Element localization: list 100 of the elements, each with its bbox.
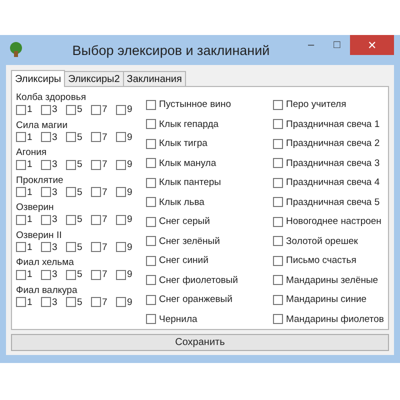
checkbox[interactable] xyxy=(16,270,26,280)
checkbox[interactable] xyxy=(91,132,101,142)
checkbox[interactable] xyxy=(91,160,101,170)
level-label: 1 xyxy=(27,132,32,142)
checkbox[interactable] xyxy=(273,138,283,149)
checkbox[interactable] xyxy=(116,104,126,114)
checkbox[interactable] xyxy=(41,297,51,307)
checkbox[interactable] xyxy=(116,214,126,224)
item-label: Снег зелёный xyxy=(159,236,220,247)
checkbox[interactable] xyxy=(273,100,283,110)
checkbox[interactable] xyxy=(91,270,101,280)
item-label: Мандарины зелёные xyxy=(286,274,378,286)
checkbox[interactable] xyxy=(146,236,156,246)
level-label: 3 xyxy=(52,159,58,170)
tab[interactable]: Заклинания xyxy=(122,71,186,86)
item-label: Золотой орешек xyxy=(286,236,358,247)
checkbox[interactable] xyxy=(273,216,283,227)
level-label: 3 xyxy=(52,186,58,198)
checkbox[interactable] xyxy=(146,256,156,266)
checkbox[interactable] xyxy=(66,297,76,307)
checkbox[interactable] xyxy=(273,119,283,130)
checkbox[interactable] xyxy=(146,314,156,324)
checkbox[interactable] xyxy=(273,236,283,246)
checkbox[interactable] xyxy=(146,178,156,188)
checkbox[interactable] xyxy=(146,119,156,130)
level-label: 3 xyxy=(52,104,58,115)
save-button[interactable]: Сохранить xyxy=(11,334,389,351)
checkbox[interactable] xyxy=(66,242,76,252)
checkbox[interactable] xyxy=(146,294,156,305)
level-label: 1 xyxy=(27,186,32,198)
checkbox[interactable] xyxy=(16,160,26,170)
checkbox[interactable] xyxy=(91,187,101,197)
item-label: Клык тигра xyxy=(159,138,208,150)
level-label: 5 xyxy=(77,186,82,198)
checkbox[interactable] xyxy=(91,242,101,252)
checkbox[interactable] xyxy=(146,100,156,110)
checkbox[interactable] xyxy=(91,214,101,224)
checkbox[interactable] xyxy=(116,270,126,280)
checkbox[interactable] xyxy=(91,104,101,114)
elixir-label: Проклятие xyxy=(16,174,64,186)
checkbox[interactable] xyxy=(273,197,283,208)
checkbox[interactable] xyxy=(66,104,76,114)
tab[interactable]: Эликсиры2 xyxy=(64,71,124,86)
item-label: Клык пантеры xyxy=(159,177,222,188)
checkbox[interactable] xyxy=(66,214,76,224)
level-label: 7 xyxy=(102,214,108,225)
checkbox[interactable] xyxy=(273,256,283,266)
level-label: 9 xyxy=(127,159,132,170)
checkbox[interactable] xyxy=(16,104,26,114)
checkbox[interactable] xyxy=(116,187,126,197)
checkbox[interactable] xyxy=(66,187,76,197)
elixir-label: Сила магии xyxy=(16,118,69,132)
checkbox[interactable] xyxy=(273,314,283,324)
checkbox[interactable] xyxy=(273,275,283,286)
elixir-label: Агония xyxy=(16,146,48,159)
checkbox[interactable] xyxy=(116,242,126,252)
level-label: 5 xyxy=(77,214,82,225)
tree-icon xyxy=(8,42,24,58)
checkbox[interactable] xyxy=(273,294,283,305)
close-button[interactable]: ✕ xyxy=(350,35,394,55)
checkbox[interactable] xyxy=(273,178,283,188)
item-label: Снег оранжевый xyxy=(159,294,232,306)
checkbox[interactable] xyxy=(16,242,26,252)
checkbox[interactable] xyxy=(16,132,26,142)
checkbox[interactable] xyxy=(91,297,101,307)
checkbox[interactable] xyxy=(41,187,51,197)
level-label: 3 xyxy=(52,242,58,252)
checkbox[interactable] xyxy=(16,187,26,197)
checkbox[interactable] xyxy=(41,160,51,170)
checkbox[interactable] xyxy=(66,270,76,280)
checkbox[interactable] xyxy=(146,275,156,286)
checkbox[interactable] xyxy=(16,297,26,307)
level-label: 9 xyxy=(127,186,132,198)
checkbox[interactable] xyxy=(41,242,51,252)
checkbox[interactable] xyxy=(116,297,126,307)
level-label: 7 xyxy=(102,186,108,198)
checkbox[interactable] xyxy=(273,158,283,168)
checkbox[interactable] xyxy=(66,160,76,170)
item-label: Пустынное вино xyxy=(159,99,231,110)
checkbox[interactable] xyxy=(146,158,156,168)
checkbox[interactable] xyxy=(66,132,76,142)
level-label: 9 xyxy=(127,269,132,280)
checkbox[interactable] xyxy=(146,197,156,208)
checkbox[interactable] xyxy=(41,270,51,280)
checkbox[interactable] xyxy=(146,138,156,149)
level-label: 7 xyxy=(102,296,108,308)
maximize-button[interactable]: □ xyxy=(324,35,350,55)
checkbox[interactable] xyxy=(41,132,51,142)
tab[interactable]: Эликсиры xyxy=(11,70,66,87)
level-label: 1 xyxy=(27,242,32,252)
checkbox[interactable] xyxy=(41,214,51,224)
checkbox[interactable] xyxy=(146,216,156,227)
checkbox[interactable] xyxy=(116,160,126,170)
checkbox[interactable] xyxy=(41,104,51,114)
checkbox[interactable] xyxy=(116,132,126,142)
level-label: 5 xyxy=(77,269,82,280)
level-label: 3 xyxy=(52,269,58,280)
checkbox[interactable] xyxy=(16,214,26,224)
level-label: 1 xyxy=(27,159,32,170)
minimize-button[interactable]: – xyxy=(298,35,324,55)
